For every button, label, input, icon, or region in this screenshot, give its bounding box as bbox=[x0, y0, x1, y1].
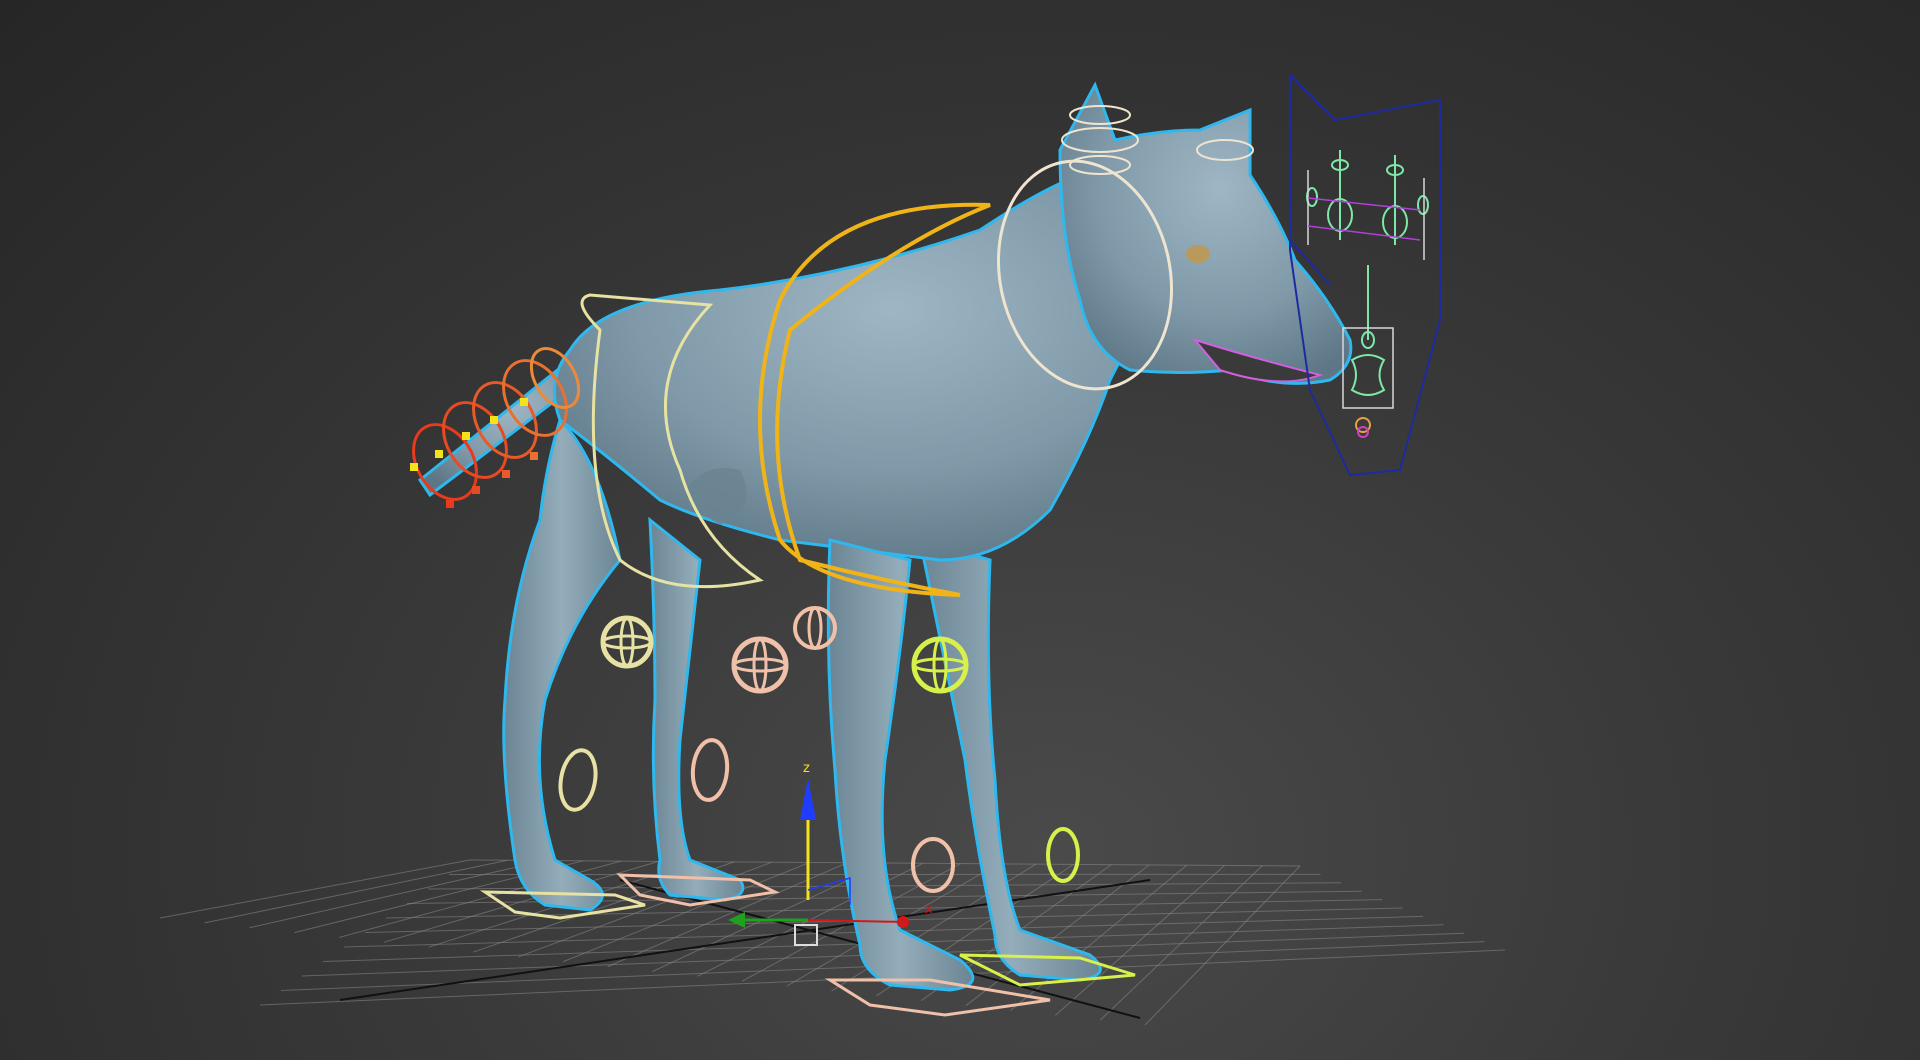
mouth-control[interactable] bbox=[1350, 354, 1386, 396]
pole-vector-rear-right[interactable] bbox=[690, 738, 730, 802]
gizmo-x-label: x bbox=[925, 902, 933, 917]
pole-vector-front-right[interactable] bbox=[1046, 827, 1080, 883]
front-far-leg-mesh[interactable] bbox=[918, 537, 1102, 982]
gizmo-z-label: z bbox=[803, 761, 810, 776]
rear-far-leg-mesh[interactable] bbox=[648, 516, 745, 902]
grid-line bbox=[159, 859, 471, 919]
grid-line bbox=[1055, 865, 1225, 1016]
leg-knee-control-rear-left[interactable] bbox=[600, 615, 654, 669]
ground-grid bbox=[159, 859, 1506, 1026]
face-panel-border bbox=[1289, 72, 1441, 477]
tail-handle[interactable] bbox=[520, 398, 528, 406]
face-control-panel[interactable] bbox=[1289, 72, 1441, 477]
3d-viewport[interactable]: z x bbox=[0, 0, 1920, 1060]
leg-knee-control-rear-right[interactable] bbox=[731, 636, 789, 694]
gizmo-x-handle[interactable] bbox=[897, 916, 909, 928]
tail-handle[interactable] bbox=[446, 500, 454, 508]
tail-handle[interactable] bbox=[435, 450, 443, 458]
cheek-control-right[interactable] bbox=[1417, 195, 1429, 215]
tail-handle[interactable] bbox=[472, 486, 480, 494]
tail-handle[interactable] bbox=[410, 463, 418, 471]
tail-handle[interactable] bbox=[462, 432, 470, 440]
eye bbox=[1186, 245, 1210, 263]
gizmo-y-arrow[interactable] bbox=[728, 912, 745, 928]
scene-canvas[interactable]: z x bbox=[0, 0, 1920, 1060]
grid-line bbox=[204, 859, 508, 924]
gizmo-z-arrow[interactable] bbox=[800, 778, 816, 820]
rear-near-leg-mesh[interactable] bbox=[502, 417, 622, 912]
tail-handle[interactable] bbox=[530, 452, 538, 460]
pole-vector-rear-left[interactable] bbox=[556, 748, 600, 813]
grid-line bbox=[1144, 865, 1301, 1026]
tail-handle[interactable] bbox=[490, 416, 498, 424]
tail-handle[interactable] bbox=[502, 470, 510, 478]
grid-line bbox=[1099, 865, 1263, 1021]
dog-head-mesh[interactable] bbox=[1058, 81, 1353, 385]
